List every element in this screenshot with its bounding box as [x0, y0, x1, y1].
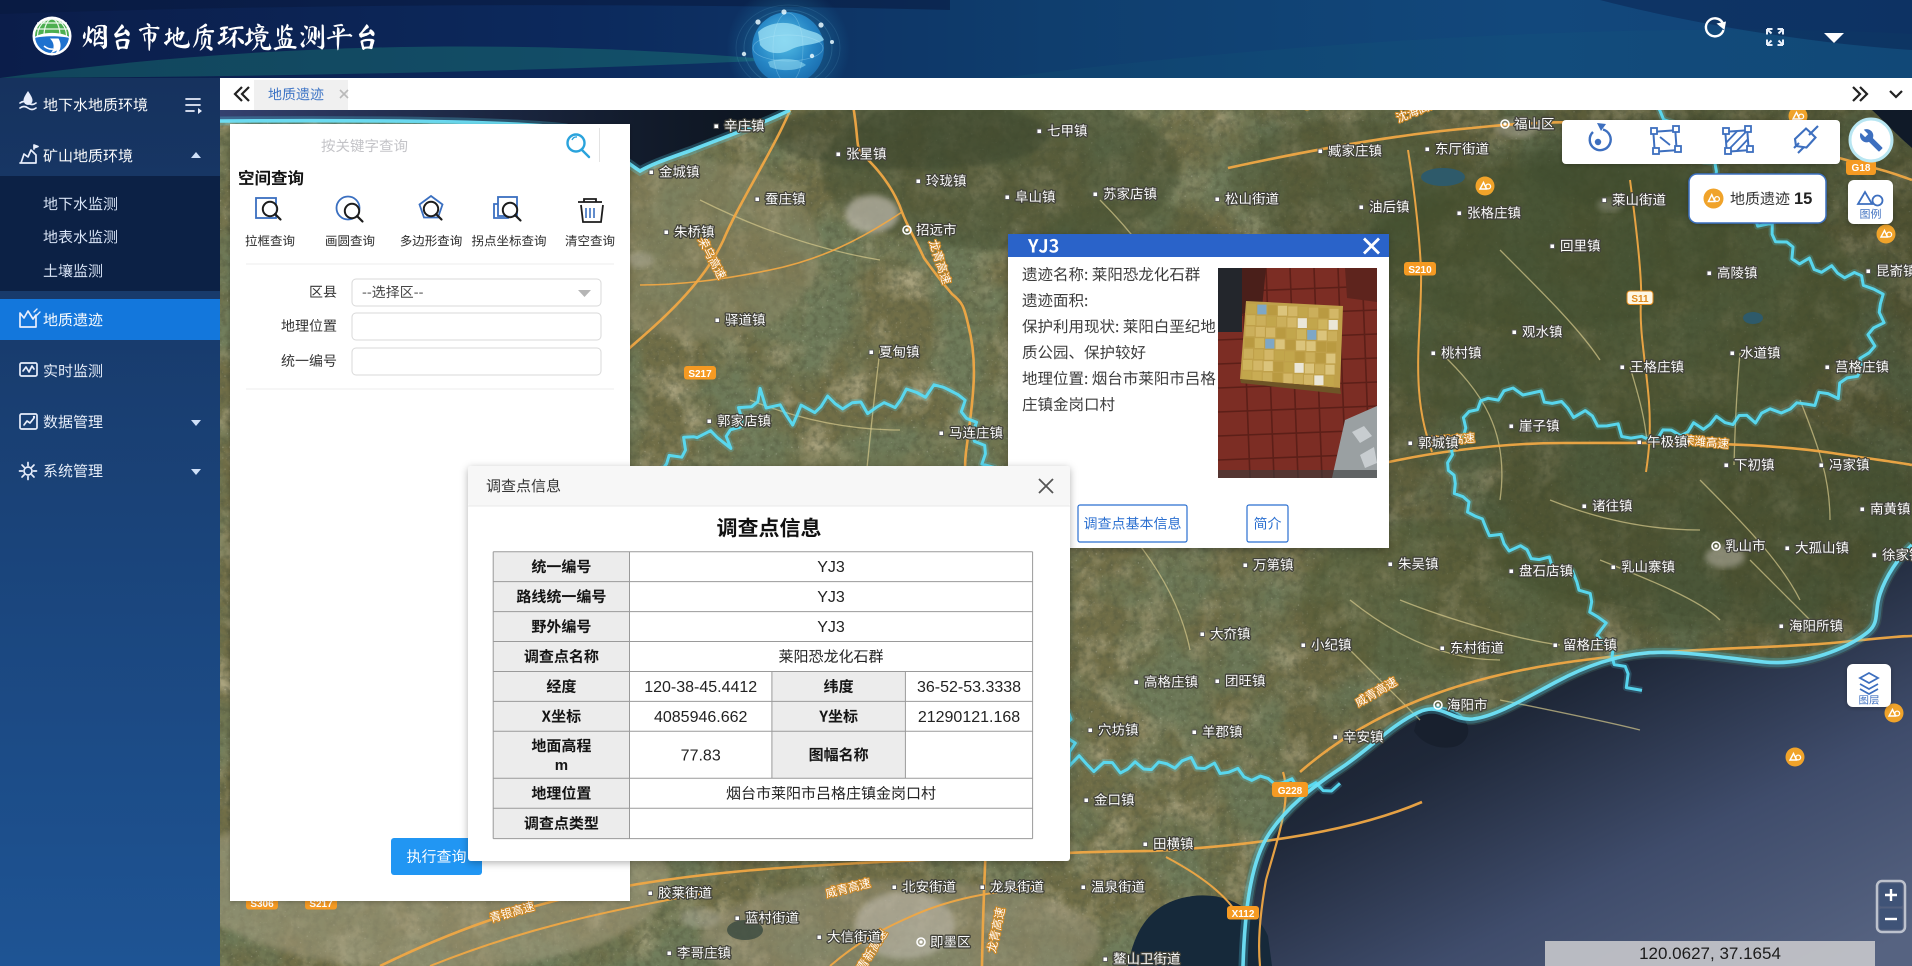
svg-text:YJ3: YJ3 [817, 589, 845, 606]
svg-text:120.0627, 37.1654: 120.0627, 37.1654 [1639, 944, 1781, 963]
svg-text:S210: S210 [1408, 265, 1432, 276]
svg-text:G228: G228 [1278, 786, 1303, 797]
svg-text:36-52-53.3338: 36-52-53.3338 [917, 679, 1021, 696]
svg-text:77.83: 77.83 [681, 747, 721, 764]
svg-text:YJ3: YJ3 [817, 559, 845, 576]
svg-text:S11: S11 [1631, 294, 1649, 305]
svg-text:X112: X112 [1232, 909, 1255, 920]
svg-text:YJ3: YJ3 [817, 619, 845, 636]
svg-text:21290121.168: 21290121.168 [918, 709, 1020, 726]
svg-text:120-38-45.4412: 120-38-45.4412 [644, 679, 757, 696]
svg-text:4085946.662: 4085946.662 [654, 709, 748, 726]
svg-text:G18: G18 [1852, 163, 1871, 174]
svg-text:15: 15 [1794, 190, 1812, 208]
svg-text:m: m [555, 757, 568, 774]
svg-text:S217: S217 [688, 369, 712, 380]
